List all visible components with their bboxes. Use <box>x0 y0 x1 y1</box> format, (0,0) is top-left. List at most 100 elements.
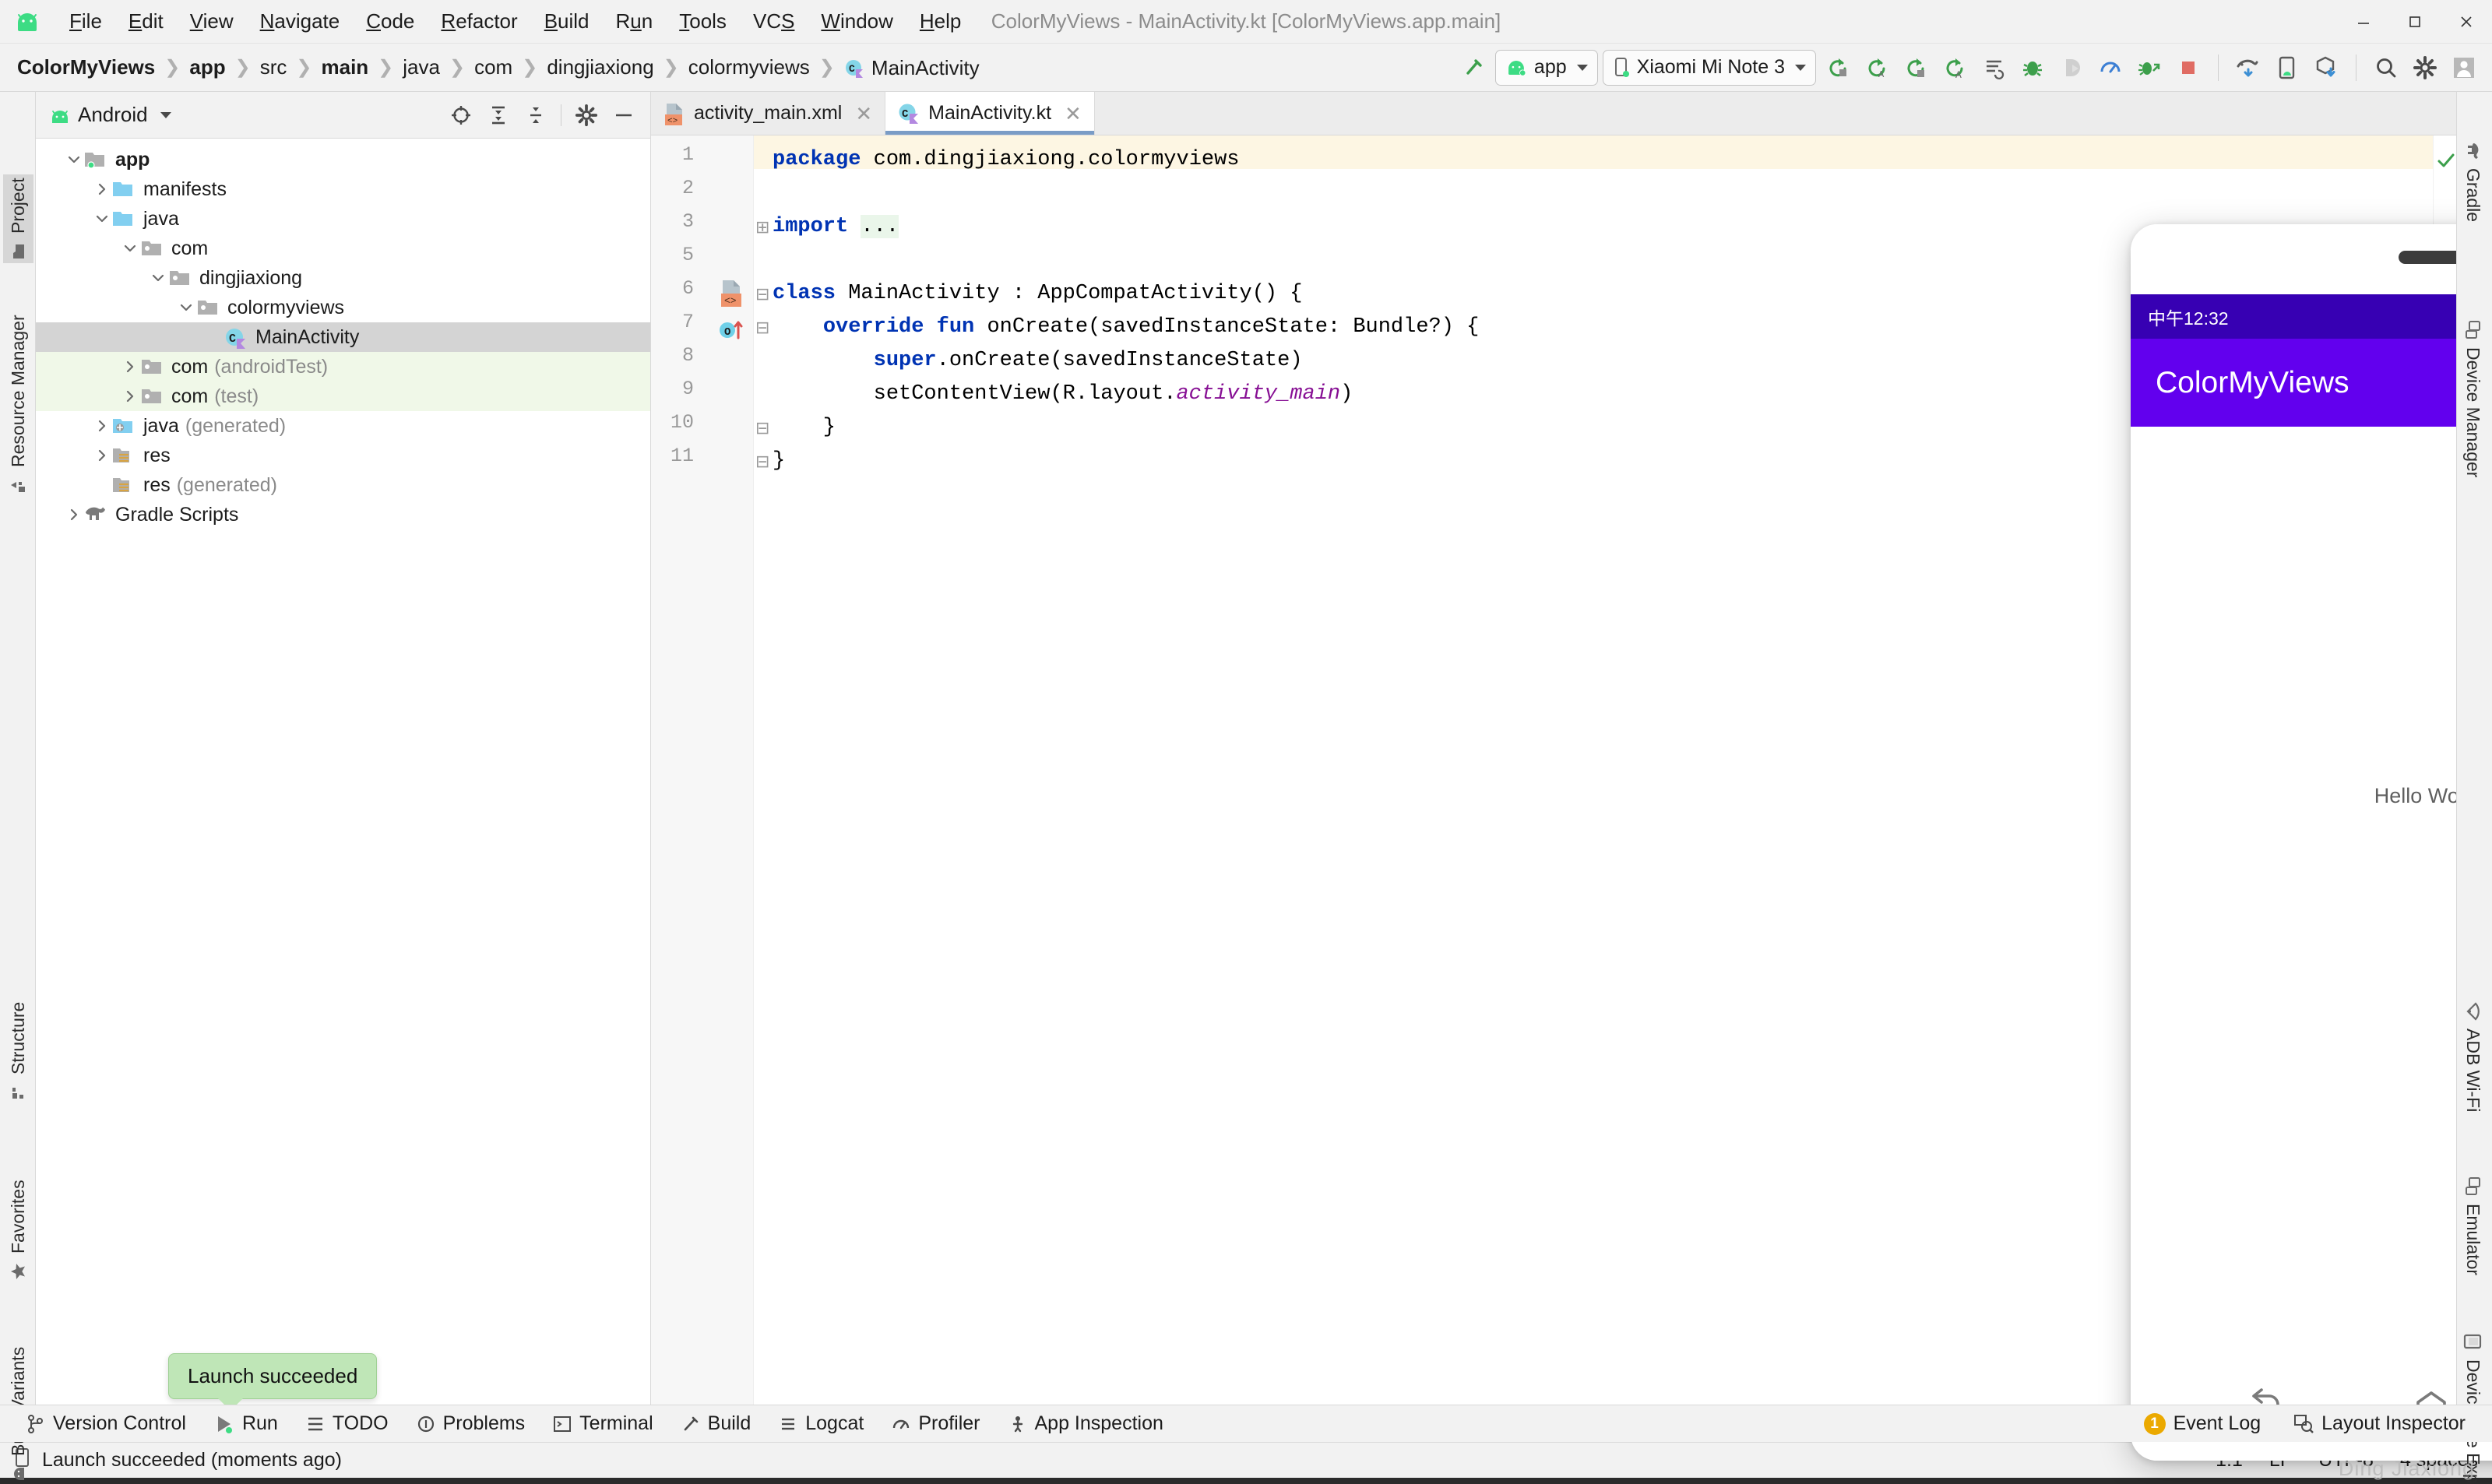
menu-build[interactable]: Build <box>531 6 603 37</box>
debug-attach-process-icon[interactable] <box>2132 51 2166 85</box>
close-icon[interactable]: ✕ <box>1065 104 1082 124</box>
code-fold-marker[interactable]: ⊟ <box>755 312 769 346</box>
toolwindow-profiler[interactable]: Profiler <box>879 1409 992 1438</box>
tree-node-mainactivity[interactable]: C MainActivity <box>36 322 650 352</box>
menu-help[interactable]: Help <box>906 6 974 37</box>
run-configuration-selector[interactable]: app <box>1494 49 1598 86</box>
project-tree[interactable]: app manifests java com dingjiaxiong colormyvi… <box>36 139 650 1405</box>
code-fold-marker[interactable]: ⊟ <box>755 446 769 480</box>
apply-changes-icon[interactable] <box>1821 51 1855 85</box>
chevron-down-icon[interactable] <box>92 209 112 229</box>
chevron-right-icon[interactable] <box>64 505 84 525</box>
hammer-icon[interactable] <box>1456 51 1491 85</box>
breadcrumb-item-app[interactable]: app <box>186 54 228 81</box>
menu-navigate[interactable]: Navigate <box>247 6 354 37</box>
device-selector[interactable]: Xiaomi Mi Note 3 <box>1602 49 1816 86</box>
tree-node-java[interactable]: java (generated) <box>36 411 650 441</box>
rerun-a-icon[interactable]: A <box>1938 51 1972 85</box>
chevron-down-icon[interactable] <box>120 238 140 258</box>
tree-node-res[interactable]: res <box>36 441 650 470</box>
tree-node-gradle-scripts[interactable]: Gradle Scripts <box>36 500 650 529</box>
tree-node-com[interactable]: com (androidTest) <box>36 352 650 382</box>
gear-icon[interactable] <box>569 98 604 132</box>
toolwindow-layout-inspector[interactable]: Layout Inspector <box>2281 1409 2478 1438</box>
toolwindow-terminal[interactable]: Terminal <box>540 1409 665 1438</box>
toolwindow-logcat[interactable]: Logcat <box>766 1409 876 1438</box>
breadcrumb-item-main[interactable]: main <box>318 54 371 81</box>
target-locate-icon[interactable] <box>444 98 478 132</box>
search-icon[interactable] <box>2369 51 2403 85</box>
sidebar-tab-emulator[interactable]: Emulator <box>2458 1174 2488 1278</box>
chevron-down-icon[interactable] <box>176 297 196 318</box>
tree-node-com[interactable]: com (test) <box>36 382 650 411</box>
menu-tools[interactable]: Tools <box>666 6 740 37</box>
chevron-right-icon[interactable] <box>92 445 112 466</box>
rerun-list-icon[interactable] <box>1976 51 2011 85</box>
toolwindow-version-control[interactable]: Version Control <box>14 1409 199 1438</box>
breadcrumb-item-colormyviews[interactable]: colormyviews <box>685 54 813 81</box>
expand-all-icon[interactable] <box>481 98 516 132</box>
maximize-button[interactable] <box>2389 0 2441 44</box>
code-fold-marker[interactable]: ⊟ <box>755 413 769 446</box>
close-icon[interactable]: ✕ <box>855 104 872 124</box>
menu-run[interactable]: Run <box>603 6 667 37</box>
sidebar-tab-structure[interactable]: Structure <box>3 999 33 1104</box>
chevron-right-icon[interactable] <box>120 386 140 406</box>
tree-node-dingjiaxiong[interactable]: dingjiaxiong <box>36 263 650 293</box>
sidebar-tab-adb-wifi[interactable]: ADB Wi-Fi <box>2458 999 2488 1115</box>
stop-square-icon[interactable] <box>2171 51 2205 85</box>
close-button[interactable] <box>2441 0 2492 44</box>
tree-node-app[interactable]: app <box>36 145 650 174</box>
tree-node-colormyviews[interactable]: colormyviews <box>36 293 650 322</box>
breadcrumb-item-java[interactable]: java <box>399 54 443 81</box>
menu-code[interactable]: Code <box>353 6 428 37</box>
avd-manager-icon[interactable] <box>2270 51 2304 85</box>
user-avatar-icon[interactable] <box>2447 51 2481 85</box>
sidebar-tab-project[interactable]: Project <box>3 174 33 263</box>
editor-gutter[interactable]: <> O 1 2 3 5 6 7 8 9 10 11 <box>651 135 754 1405</box>
toolwindow-app-inspection[interactable]: App Inspection <box>996 1409 1176 1438</box>
minimize-button[interactable] <box>2338 0 2389 44</box>
menu-window[interactable]: Window <box>808 6 906 37</box>
breadcrumb-item-com[interactable]: com <box>471 54 516 81</box>
chevron-right-icon[interactable] <box>92 179 112 199</box>
editor-tab-activity-main-xml[interactable]: <> activity_main.xml ✕ <box>651 92 886 135</box>
breadcrumb-item-mainactivity[interactable]: C MainActivity <box>841 53 983 82</box>
menu-refactor[interactable]: Refactor <box>428 6 530 37</box>
chevron-right-icon[interactable] <box>92 416 112 436</box>
sidebar-tab-resource-manager[interactable]: Resource Manager <box>3 311 33 497</box>
profiler-icon[interactable] <box>2093 51 2128 85</box>
app-content-area[interactable]: Hello World! <box>2131 427 2492 1352</box>
menu-vcs[interactable]: VCS <box>740 6 808 37</box>
minus-icon[interactable] <box>607 98 641 132</box>
project-view-selector[interactable]: Android <box>50 103 171 127</box>
attach-debugger-icon[interactable] <box>2054 51 2089 85</box>
menu-edit[interactable]: Edit <box>115 6 177 37</box>
toolwindow-problems[interactable]: Problems <box>404 1409 538 1438</box>
tree-node-manifests[interactable]: manifests <box>36 174 650 204</box>
breadcrumb-item-dingjiaxiong[interactable]: dingjiaxiong <box>544 54 656 81</box>
editor-tab-mainactivity-kt[interactable]: C MainActivity.kt ✕ <box>885 92 1095 135</box>
tree-node-com[interactable]: com <box>36 234 650 263</box>
toolwindow-run[interactable]: Run <box>202 1409 290 1438</box>
sidebar-tab-favorites[interactable]: Favorites <box>3 1176 33 1283</box>
sidebar-tab-gradle[interactable]: Gradle <box>2458 139 2488 225</box>
sdk-manager-icon[interactable] <box>2309 51 2343 85</box>
breadcrumb-item-colormyviews[interactable]: ColorMyViews <box>14 54 158 81</box>
chevron-right-icon[interactable] <box>120 357 140 377</box>
collapse-all-icon[interactable] <box>519 98 553 132</box>
tree-node-java[interactable]: java <box>36 204 650 234</box>
apply-code-changes-icon[interactable]: A <box>1860 51 1894 85</box>
emulator-window[interactable]: 中午12:32 ColorMyViews Hello World! <box>2131 224 2492 1461</box>
sidebar-tab-device-manager[interactable]: Device Manager <box>2458 318 2488 480</box>
rerun-icon[interactable] <box>1899 51 1933 85</box>
menu-view[interactable]: View <box>177 6 247 37</box>
menu-file[interactable]: File <box>56 6 115 37</box>
debug-bug-icon[interactable] <box>2015 51 2050 85</box>
code-fold-marker[interactable]: ⊟ <box>755 279 769 312</box>
tree-node-res[interactable]: res (generated) <box>36 470 650 500</box>
toolwindow-build[interactable]: Build <box>669 1409 764 1438</box>
chevron-down-icon[interactable] <box>64 149 84 170</box>
layout-navigate-icon[interactable]: <> <box>718 279 744 314</box>
gradle-sync-icon[interactable] <box>2231 51 2265 85</box>
